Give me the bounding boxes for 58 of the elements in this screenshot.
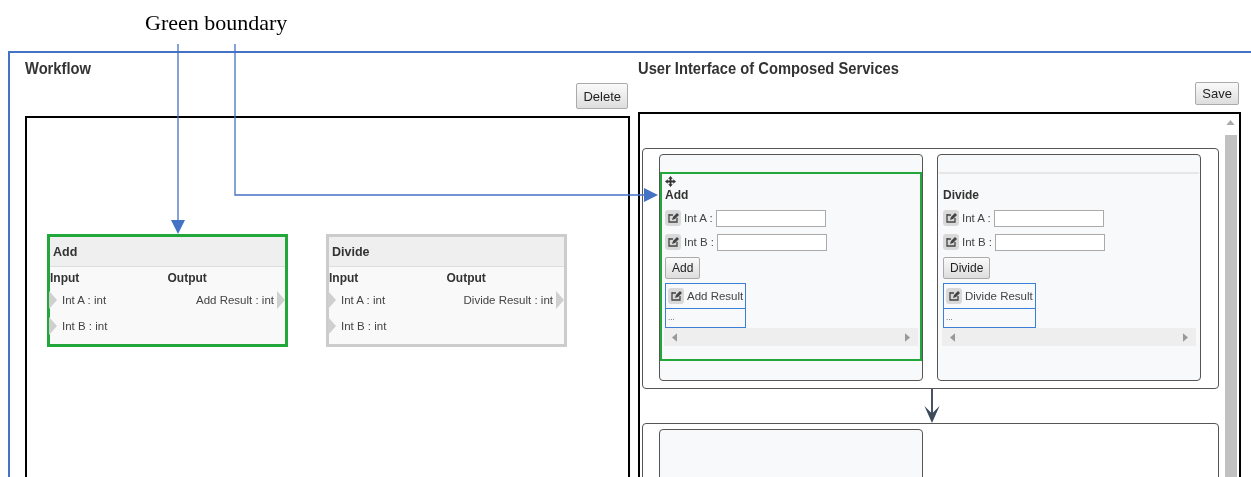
node-title: Divide (329, 237, 564, 268)
input-port-icon[interactable] (49, 291, 57, 310)
input-heading: Input (329, 270, 360, 288)
edit-icon[interactable] (665, 210, 681, 226)
edit-icon[interactable] (668, 288, 684, 304)
field-label: Int B : (962, 236, 993, 248)
input-port-icon[interactable] (328, 317, 336, 336)
run-button[interactable]: Add (665, 257, 701, 279)
edit-icon[interactable] (946, 288, 962, 304)
input-field[interactable] (993, 209, 1104, 227)
input-parameter: Int B : int (341, 320, 387, 333)
result-label: Add Result (687, 290, 744, 302)
input-heading: Input (50, 270, 81, 288)
service-node[interactable]: Add Input Int A : int Int B : int Output Add Result : int (47, 234, 288, 348)
scroll-right-icon[interactable] (905, 332, 910, 342)
input-parameter: Int A : int (341, 294, 386, 307)
service-node[interactable]: Divide Input Int A : int Int B : int Output Divide Result : int (326, 234, 567, 348)
field-label: Int A : (684, 212, 713, 224)
scroll-left-icon[interactable] (672, 332, 677, 342)
output-heading: Output (446, 270, 486, 288)
panel-title: Workflow (25, 60, 92, 79)
service-form[interactable]: Divide Int A : Int B : Divide Divide Result ... (938, 172, 1200, 361)
edit-icon[interactable] (665, 234, 681, 250)
result-value: ... (668, 313, 675, 322)
edit-icon[interactable] (943, 210, 959, 226)
output-port-icon[interactable] (277, 291, 285, 310)
service-form[interactable]: Add Int A : Int B : Add Add Result ... (660, 172, 922, 361)
field-label: Int A : (962, 212, 991, 224)
save-button[interactable]: Save (1195, 82, 1239, 105)
input-field[interactable] (995, 233, 1106, 251)
node-title: Add (50, 237, 285, 268)
input-field[interactable] (717, 233, 828, 251)
move-icon[interactable] (665, 176, 676, 187)
scroll-right-icon[interactable] (1183, 332, 1188, 342)
field-label: Int B : (684, 236, 715, 248)
edit-icon[interactable] (943, 234, 959, 250)
input-port-icon[interactable] (328, 291, 336, 310)
result-label: Divide Result (965, 290, 1033, 302)
annotation-label: Green boundary (145, 10, 288, 35)
output-port-icon[interactable] (556, 291, 564, 310)
service-title: Add (665, 188, 690, 204)
output-heading: Output (167, 270, 207, 288)
horizontal-scrollbar[interactable] (942, 328, 1196, 346)
output-parameter: Add Result : int (196, 294, 274, 307)
scroll-up-icon[interactable] (1226, 120, 1235, 125)
input-parameter: Int A : int (62, 294, 107, 307)
panel-title: User Interface of Composed Services (638, 60, 900, 78)
input-field[interactable] (715, 209, 826, 227)
input-parameter: Int B : int (62, 320, 108, 333)
input-port-icon[interactable] (49, 317, 57, 336)
delete-button[interactable]: Delete (576, 83, 628, 110)
run-button[interactable]: Divide (943, 257, 991, 279)
horizontal-scrollbar[interactable] (664, 328, 918, 346)
service-title: Divide (943, 188, 980, 204)
result-value: ... (946, 313, 953, 322)
output-parameter: Divide Result : int (463, 294, 553, 307)
scroll-left-icon[interactable] (950, 332, 955, 342)
flow-arrow (922, 389, 942, 423)
